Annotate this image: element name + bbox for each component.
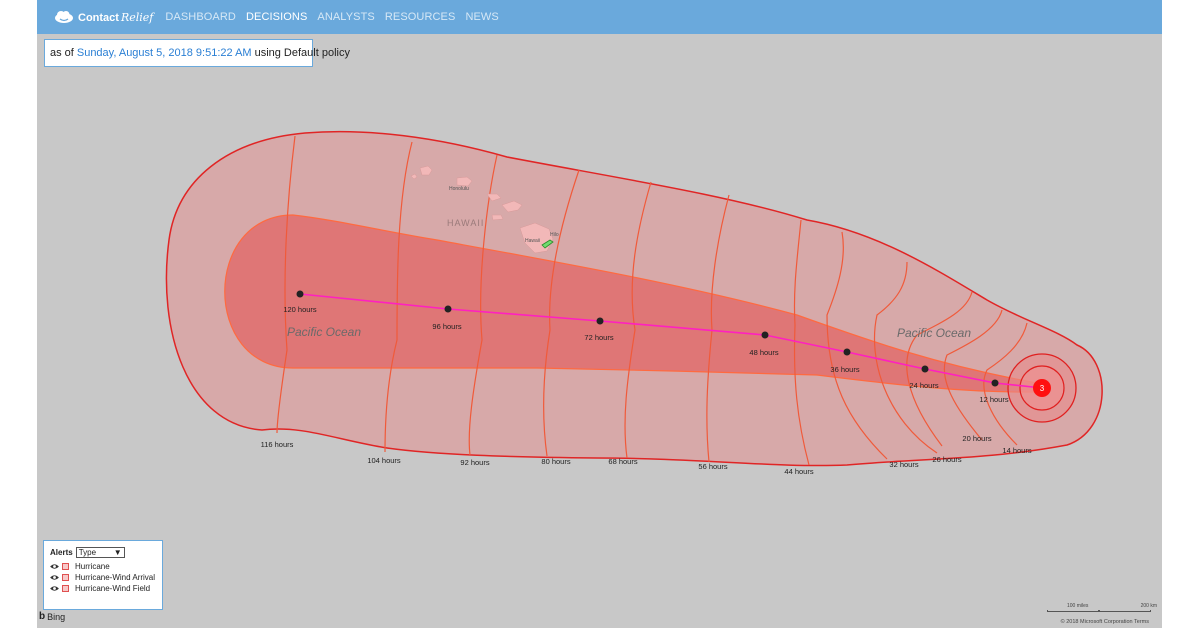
track-label: 36 hours [830,365,859,374]
arrival-label: 104 hours [367,456,401,465]
dropdown-arrow-icon: ▼ [113,548,122,557]
track-label: 96 hours [432,322,461,331]
legend-title: Alerts [50,548,73,557]
arrival-label: 56 hours [698,462,727,471]
arrival-label: 44 hours [784,467,813,476]
track-point[interactable] [991,379,999,387]
legend-label: Hurricane [75,562,110,571]
status-prefix: as of [50,47,74,59]
legend-item: Hurricane [50,561,162,572]
select-value: Type [78,548,97,557]
place-label-hawaii: Hawaii [525,238,540,244]
eye-icon[interactable] [50,563,59,570]
arrival-label: 92 hours [460,458,489,467]
scale-bar-miles [1047,610,1099,612]
track-label: 24 hours [909,381,938,390]
alert-type-select[interactable]: Type ▼ [75,547,125,558]
brand-name: Contact Relief [78,10,154,24]
bing-logo[interactable]: b Bing [39,611,65,622]
legend-item: Hurricane-Wind Field [50,583,162,594]
brand-logo[interactable]: Contact Relief [53,0,153,34]
place-label-hilo: Hilo [550,232,559,238]
arrival-label: 68 hours [608,457,637,466]
legend-label: Hurricane-Wind Arrival [75,573,156,582]
storm-category: 3 [1040,384,1045,393]
ocean-label-east: Pacific Ocean [897,326,971,340]
track-label: 72 hours [584,333,613,342]
track-label: 120 hours [283,305,317,314]
track-label: 12 hours [979,395,1008,404]
nav-news[interactable]: NEWS [465,11,498,23]
nav-analysts[interactable]: ANALYSTS [317,11,374,23]
top-navbar: Contact Relief DASHBOARD DECISIONS ANALYS… [37,0,1162,34]
map-scale: 100 miles 200 km [1047,603,1157,612]
eye-icon[interactable] [50,574,59,581]
arrival-label: 20 hours [962,434,991,443]
track-point[interactable] [444,305,452,313]
wind-field-checkbox[interactable] [62,585,69,592]
bing-b-icon: b [39,611,46,622]
nav-dashboard[interactable]: DASHBOARD [165,11,236,23]
alerts-legend: Alerts Type ▼ Hurricane Hurricane-Wind A… [43,540,163,610]
scale-km: 200 km [1140,603,1157,609]
scale-miles: 100 miles [1067,603,1089,609]
cloud-logo-icon [55,11,73,23]
track-point[interactable] [596,317,604,325]
status-suffix: using Default policy [254,47,350,59]
nav-decisions[interactable]: DECISIONS [246,11,307,23]
hurricane-checkbox[interactable] [62,563,69,570]
nav-resources[interactable]: RESOURCES [385,11,456,23]
track-point[interactable] [921,365,929,373]
legend-label: Hurricane-Wind Field [75,584,151,593]
main-nav: DASHBOARD DECISIONS ANALYSTS RESOURCES N… [165,0,508,34]
arrival-label: 14 hours [1002,446,1031,455]
track-point[interactable] [843,348,851,356]
arrival-label: 116 hours [261,440,294,449]
app-window: Contact Relief DASHBOARD DECISIONS ANALYS… [37,0,1162,628]
track-point[interactable] [761,331,769,339]
bing-text: Bing [47,611,66,622]
arrival-label: 26 hours [932,455,961,464]
legend-item: Hurricane-Wind Arrival [50,572,162,583]
copyright-text[interactable]: © 2018 Microsoft Corporation Terms [1061,619,1149,625]
scale-bar-km [1099,610,1151,612]
place-label-honolulu: Honolulu [449,186,469,192]
wind-arrival-checkbox[interactable] [62,574,69,581]
eye-icon[interactable] [50,585,59,592]
status-banner: as of Sunday, August 5, 2018 9:51:22 AM … [44,39,350,67]
track-label: 48 hours [749,348,778,357]
timestamp-link[interactable]: Sunday, August 5, 2018 9:51:22 AM [77,47,252,59]
track-point[interactable] [296,290,304,298]
arrival-label: 32 hours [889,460,918,469]
hurricane-map[interactable]: 3 Pacific Ocean Pacific Ocean HAWAII Hon… [37,34,1162,628]
state-label: HAWAII [447,218,484,228]
ocean-label-west: Pacific Ocean [287,325,361,339]
arrival-label: 80 hours [541,457,570,466]
